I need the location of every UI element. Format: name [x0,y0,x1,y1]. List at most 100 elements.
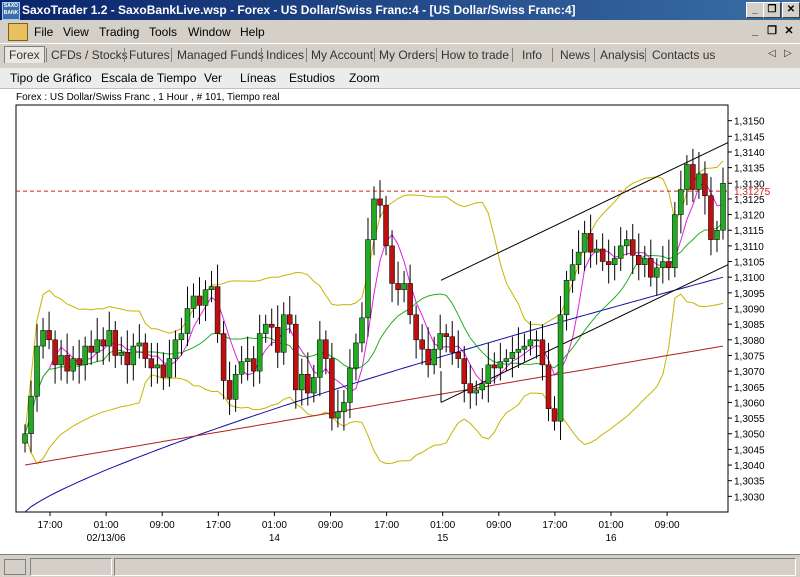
candle-bull [473,389,480,394]
candle-bear [666,261,672,269]
saxo-app-icon[interactable]: SAXO BANK [2,2,20,20]
candle-bull [660,261,666,269]
candle-bear [605,261,612,265]
tab-analysis[interactable]: Analysis [600,47,645,63]
mdi-close-button[interactable]: ✕ [782,25,796,37]
window-titlebar[interactable]: SAXO BANK SaxoTrader 1.2 - SaxoBankLive.… [0,0,800,20]
chart-menu-view[interactable]: Ver [204,71,222,85]
menu-window[interactable]: Window [188,25,231,39]
candle-bull [563,280,570,316]
menu-file[interactable]: File [34,25,53,39]
candle-bear [539,339,546,366]
tab-separator [436,48,437,62]
chart-menu-time-scale[interactable]: Escala de Tiempo [101,71,196,85]
candle-bull [557,314,564,422]
y-tick-label: 1,3060 [734,398,765,409]
status-layout-icon[interactable] [4,559,26,575]
status-panel [30,558,112,576]
candle-bull [82,345,88,366]
mdi-restore-button[interactable]: ❐ [765,25,779,37]
chart-menu-chart-type[interactable]: Tipo de Gráfico [10,71,92,85]
candle-bull [166,358,173,378]
candle-bear [545,364,552,409]
candle-bull [40,330,46,347]
x-tick-label: 01:00 [94,520,119,531]
candle-bull [617,245,624,259]
candle-bear [551,408,558,422]
candle-bear [443,333,449,337]
candle-bear [268,323,275,328]
tab-managed-funds[interactable]: Managed Funds [177,47,264,63]
x-tick-label: 09:00 [655,520,680,531]
candle-bull [184,308,191,334]
tab-contacts-us[interactable]: Contacts us [652,47,715,63]
menu-trading[interactable]: Trading [99,25,139,39]
x-tick-label: 17:00 [206,520,231,531]
tab-indices[interactable]: Indices [266,47,304,63]
candle-bull [262,323,269,334]
candle-bear [160,364,167,378]
candle-bull [347,367,353,403]
candle-bull [611,258,618,265]
menu-view[interactable]: View [63,25,89,39]
tab-separator [594,48,595,62]
candle-bull [238,361,245,375]
candle-bear [305,373,311,394]
candle-bear [690,164,696,190]
menu-tools[interactable]: Tools [149,25,177,39]
candle-bull [190,295,197,309]
tab-news[interactable]: News [560,47,590,63]
tab-my-account[interactable]: My Account [311,47,373,63]
chart-menu-zoom[interactable]: Zoom [349,71,380,85]
tab-how-to-trade[interactable]: How to trade [441,47,509,63]
candle-bear [395,283,401,290]
candle-bull [106,330,112,347]
tab-scroll-left-icon[interactable]: ◁ [768,48,776,59]
candle-bear [112,330,119,356]
maximize-button[interactable]: ❐ [763,2,781,18]
x-tick-label: 01:00 [262,520,287,531]
y-tick-label: 1,3115 [734,226,764,237]
tab-futures[interactable]: Futures [129,47,170,63]
minimize-button[interactable]: _ [746,2,764,18]
y-tick-label: 1,3080 [734,336,765,347]
candle-bear [46,330,52,341]
chart-menu-studies[interactable]: Estudios [289,71,335,85]
tab-cfds-stocks[interactable]: CFDs / Stocks [51,47,128,63]
close-button[interactable]: ✕ [782,2,800,18]
x-tick-label: 17:00 [542,520,567,531]
candle-bull [431,348,437,366]
candle-bull [34,345,40,397]
candle-bull [94,339,100,353]
x-date-label: 15 [437,533,449,544]
price-chart[interactable]: 1,3030 1,3035 1,3040 1,3045 1,3050 1,3055 1,30… [0,89,800,554]
candle-bull [232,373,239,400]
chart-menu-lines[interactable]: Líneas [240,71,276,85]
tab-my-orders[interactable]: My Orders [379,47,435,63]
candle-bull [509,352,516,359]
candle-bear [587,233,594,253]
mdi-minimize-button[interactable]: _ [748,25,762,37]
candle-bear [148,358,155,369]
y-tick-label: 1,3145 [734,132,765,143]
tab-info[interactable]: Info [522,47,542,63]
candle-bull [172,339,179,359]
candle-bull [678,189,684,215]
y-tick-label: 1,3110 [734,242,764,253]
chart-area[interactable]: Forex : US Dollar/Swiss Franc , 1 Hour ,… [0,89,800,554]
tab-scroll-right-icon[interactable]: ▷ [784,48,792,59]
menu-help[interactable]: Help [240,25,265,39]
tab-forex[interactable]: Forex [4,46,45,63]
candle-bull [311,377,317,394]
candle-bear [648,258,654,278]
document-icon[interactable] [8,23,28,41]
candle-bear [76,358,82,366]
candle-bear [287,314,293,325]
candle-bear [467,383,474,394]
y-tick-label: 1,3055 [734,414,765,425]
candle-bull [569,264,576,281]
candle-bull [401,283,407,290]
candle-bear [293,323,299,391]
candle-bull [208,286,215,290]
candle-bull [280,314,287,353]
